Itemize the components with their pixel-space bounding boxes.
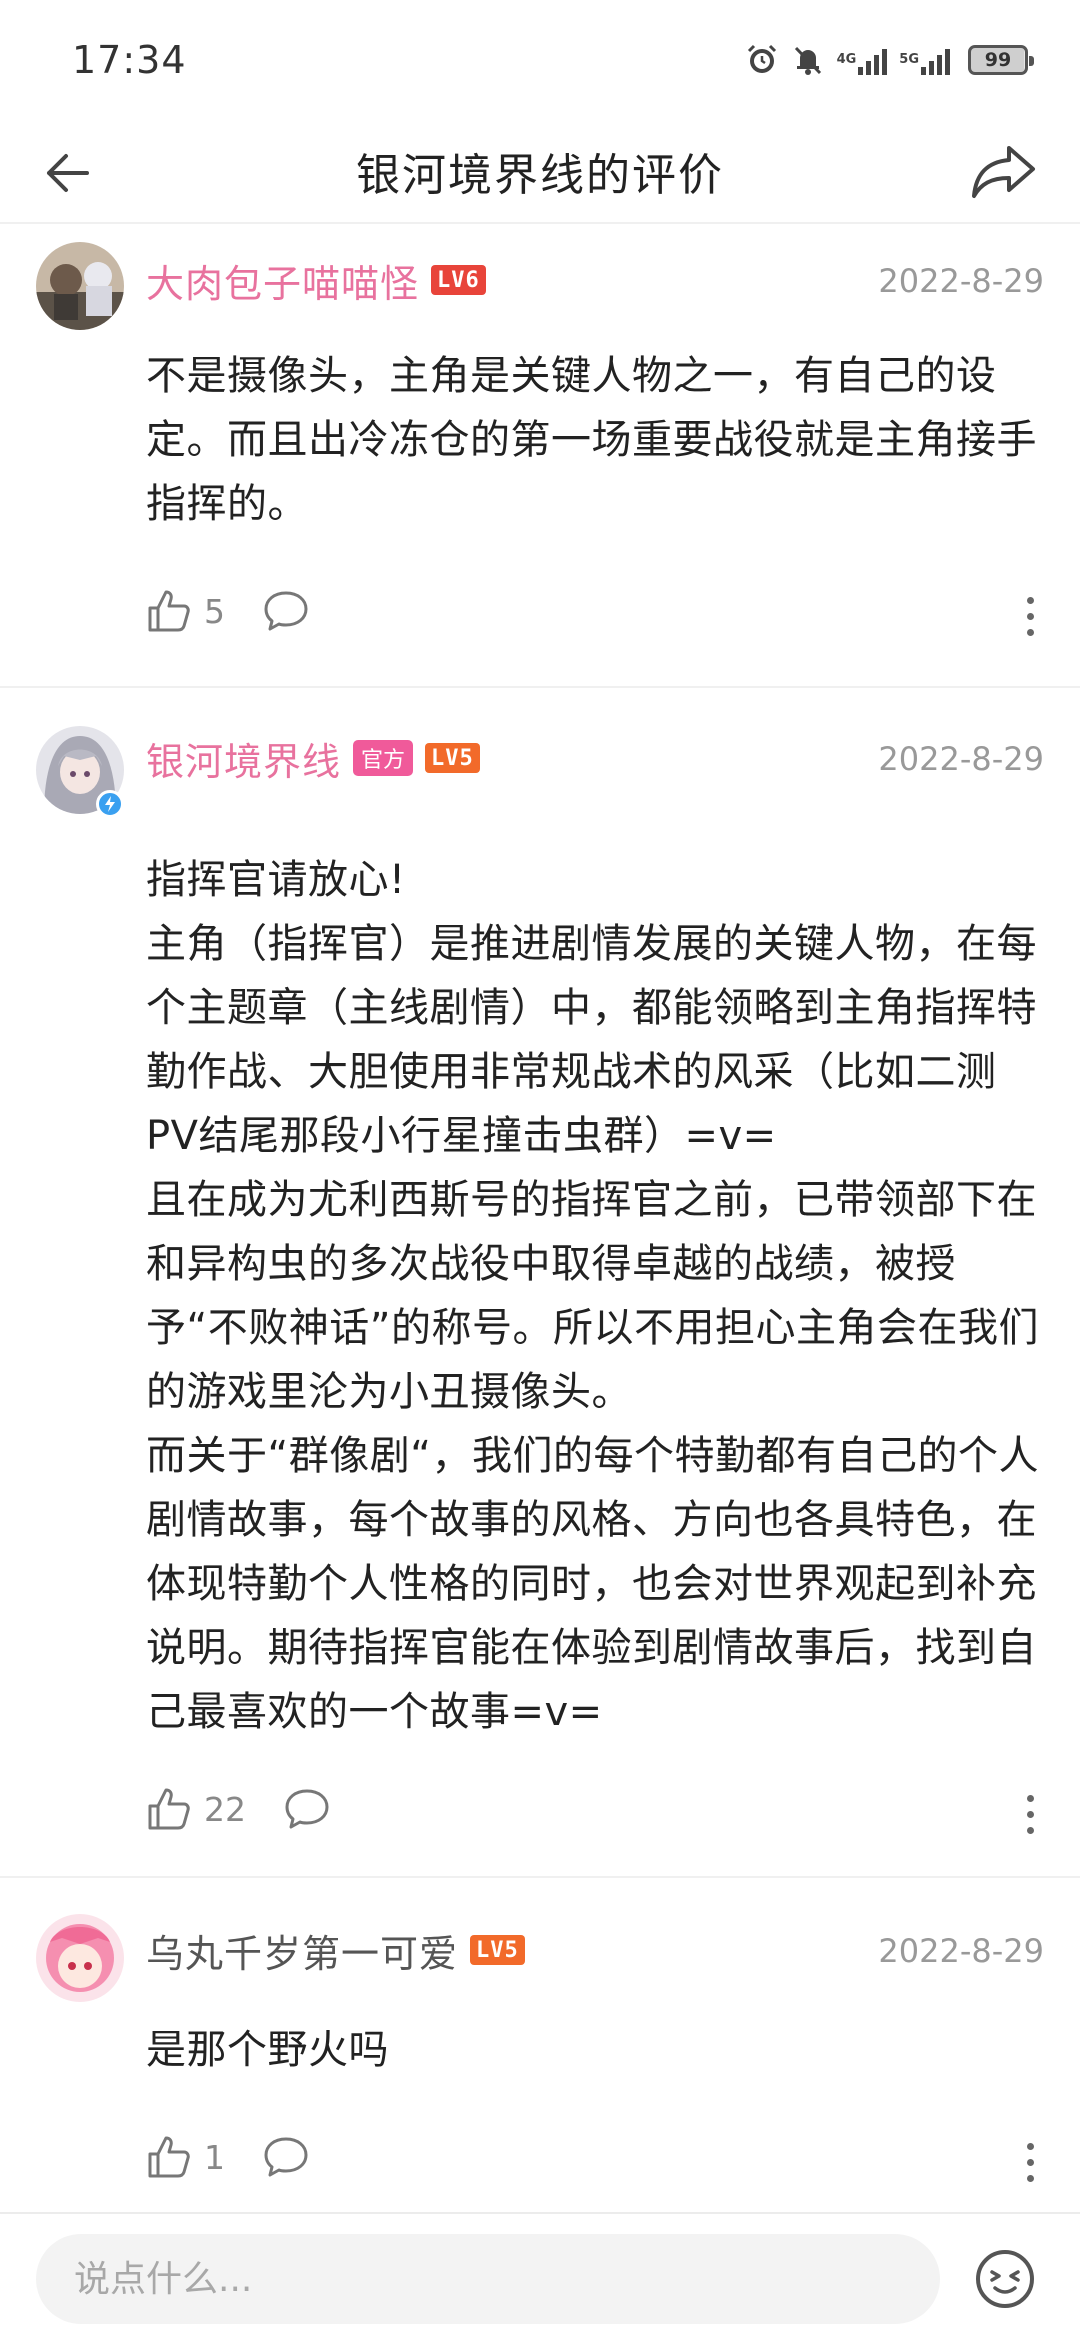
more-options-button[interactable] <box>1010 2132 1050 2192</box>
avatar[interactable] <box>36 1914 124 2002</box>
alarm-icon <box>745 43 779 77</box>
status-bar: 17:34 4G 5G 99 <box>0 0 1080 120</box>
like-button[interactable]: 1 <box>146 2134 225 2180</box>
back-button[interactable] <box>32 138 102 208</box>
username[interactable]: 银河境界线 <box>146 731 341 786</box>
comment-text: 不是摄像头，主角是关键人物之一，有自己的设定。而且出冷冻仓的第一场重要战役就是主… <box>146 353 1037 527</box>
reply-button[interactable] <box>284 1786 330 1832</box>
comment-actions: 22 <box>146 1786 330 1832</box>
signal-5g-icon: 5G <box>899 45 950 75</box>
arrow-left-icon <box>47 154 89 192</box>
more-options-button[interactable] <box>1010 1784 1050 1844</box>
more-options-button[interactable] <box>1010 586 1050 646</box>
like-count: 22 <box>204 1789 246 1829</box>
comment-input[interactable] <box>36 2234 940 2324</box>
comment-date: 2022-8-29 <box>878 740 1044 778</box>
divider <box>0 686 1080 688</box>
emoji-icon <box>976 2250 1034 2308</box>
comment-header: 乌丸千岁第一可爱 LV5 <box>146 1920 525 1980</box>
avatar[interactable] <box>36 242 124 330</box>
comment-date: 2022-8-29 <box>878 262 1044 300</box>
username[interactable]: 大肉包子喵喵怪 <box>146 253 419 308</box>
comment-header: 银河境界线 官方 LV5 <box>146 728 480 788</box>
level-badge: LV5 <box>425 743 480 773</box>
chat-bubble-icon <box>285 1789 329 1829</box>
share-icon <box>972 146 1035 198</box>
like-button[interactable]: 5 <box>146 588 225 634</box>
thumbs-up-icon <box>148 590 190 632</box>
emoji-button[interactable] <box>970 2244 1040 2314</box>
reply-button[interactable] <box>263 588 309 634</box>
comment-header: 大肉包子喵喵怪 LV6 <box>146 250 486 310</box>
comment-text: 指挥官请放心! 主角（指挥官）是推进剧情发展的关键人物，在每个主题章（主线剧情）… <box>146 857 1039 1735</box>
level-badge: LV6 <box>431 265 486 295</box>
status-time: 17:34 <box>72 38 187 82</box>
comment-item: 大肉包子喵喵怪 LV6 2022-8-29 不是摄像头，主角是关键人物之一，有自… <box>0 224 1080 686</box>
status-icons: 4G 5G 99 <box>745 43 1034 77</box>
chat-bubble-icon <box>264 2137 308 2177</box>
battery-indicator: 99 <box>968 45 1034 75</box>
share-button[interactable] <box>964 136 1044 208</box>
signal-4g-icon: 4G <box>837 45 888 75</box>
username[interactable]: 乌丸千岁第一可爱 <box>146 1923 458 1978</box>
verified-badge-icon <box>96 790 124 818</box>
like-count: 1 <box>204 2137 225 2177</box>
comment-input-bar <box>0 2212 1080 2340</box>
official-badge: 官方 <box>353 740 414 776</box>
comment-text: 是那个野火吗 <box>146 2027 389 2073</box>
thumbs-up-icon <box>148 1788 190 1830</box>
title-bar: 银河境界线的评价 <box>0 120 1080 224</box>
like-count: 5 <box>204 591 225 631</box>
thumbs-up-icon <box>148 2136 190 2178</box>
reply-button[interactable] <box>263 2134 309 2180</box>
like-button[interactable]: 22 <box>146 1786 246 1832</box>
page-title: 银河境界线的评价 <box>356 150 724 201</box>
mute-bell-icon <box>791 43 825 77</box>
chat-bubble-icon <box>264 591 308 631</box>
divider <box>0 1876 1080 1878</box>
comment-actions: 1 <box>146 2134 309 2180</box>
comment-item: 银河境界线 官方 LV5 2022-8-29 指挥官请放心! 主角（指挥官）是推… <box>0 700 1080 1870</box>
comment-item: 乌丸千岁第一可爱 LV5 2022-8-29 是那个野火吗 1 <box>0 1890 1080 2212</box>
level-badge: LV5 <box>470 1935 525 1965</box>
comment-date: 2022-8-29 <box>878 1932 1044 1970</box>
comment-actions: 5 <box>146 588 309 634</box>
